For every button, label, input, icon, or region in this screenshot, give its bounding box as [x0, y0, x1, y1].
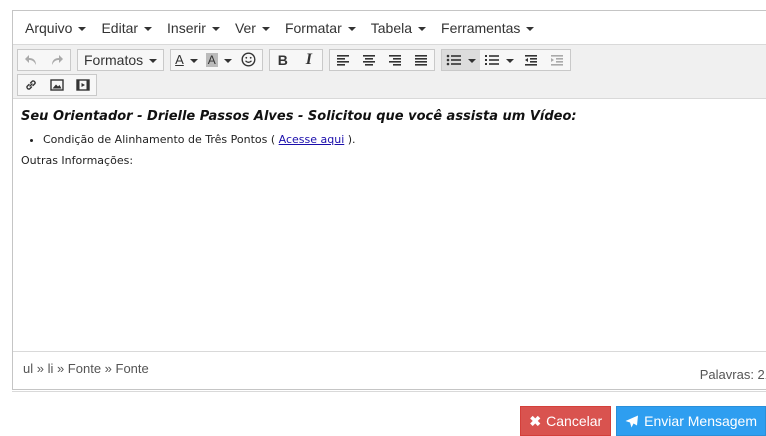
- menu-label: Editar: [101, 19, 139, 36]
- style-group: B I: [268, 48, 323, 71]
- italic-button[interactable]: I: [296, 50, 322, 70]
- divider: [12, 391, 766, 392]
- align-right-icon: [388, 54, 401, 66]
- caret-down-icon: [347, 26, 356, 31]
- menu-ver[interactable]: Ver: [235, 20, 270, 36]
- caret-down-icon: [211, 26, 220, 31]
- bold-button[interactable]: B: [270, 50, 296, 70]
- align-group: [328, 48, 435, 71]
- background-color-icon: A: [205, 52, 218, 67]
- numbered-list-button[interactable]: [480, 50, 518, 70]
- form-actions: ✖ Cancelar Enviar Mensagem: [520, 406, 766, 436]
- background-color-button[interactable]: A: [202, 50, 236, 70]
- element-path: ul » li » Fonte » Fonte: [23, 361, 149, 376]
- menu-formatar[interactable]: Formatar: [285, 20, 356, 36]
- video-link[interactable]: Acesse aqui: [279, 133, 345, 146]
- smiley-icon: [241, 52, 256, 67]
- indent-icon: [550, 54, 563, 66]
- caret-down-icon: [526, 26, 535, 31]
- list-item: Condição de Alinhamento de Três Pontos (…: [43, 132, 764, 148]
- menu-editar[interactable]: Editar: [101, 19, 153, 36]
- statusbar: ul » li » Fonte » Fonte Palavras: 21: [13, 351, 766, 389]
- align-left-button[interactable]: [330, 50, 356, 70]
- history-group: [17, 48, 71, 71]
- content-list: Condição de Alinhamento de Três Pontos (…: [21, 132, 764, 148]
- emoticons-button[interactable]: [236, 50, 262, 70]
- caret-down-icon: [418, 26, 427, 31]
- insert-image-button[interactable]: [44, 75, 70, 95]
- menu-label: Inserir: [167, 19, 206, 36]
- undo-button[interactable]: [18, 50, 44, 70]
- menu-tabela[interactable]: Tabela: [370, 19, 427, 36]
- content-heading: Seu Orientador - Drielle Passos Alves - …: [21, 109, 577, 124]
- text-color-button[interactable]: A: [171, 50, 202, 70]
- color-group: A A: [170, 48, 263, 71]
- list-group: [440, 48, 571, 71]
- insert-media-button[interactable]: [70, 75, 96, 95]
- caret-down-icon: [189, 58, 198, 63]
- insert-group: [17, 73, 97, 96]
- menu-inserir[interactable]: Inserir: [167, 20, 220, 36]
- caret-down-icon: [78, 26, 87, 31]
- outdent-icon: [524, 54, 537, 66]
- undo-icon: [25, 54, 36, 65]
- align-justify-button[interactable]: [408, 50, 434, 70]
- align-justify-icon: [414, 54, 427, 66]
- align-right-button[interactable]: [382, 50, 408, 70]
- align-left-icon: [336, 54, 349, 66]
- toolbar: Formatos A A B I: [13, 45, 766, 99]
- link-icon: [26, 79, 36, 90]
- menu-label: Arquivo: [25, 19, 73, 36]
- rich-text-editor: Arquivo Editar Inserir Ver Formatar Tabe…: [12, 10, 766, 390]
- caret-down-icon: [144, 26, 153, 31]
- list-item-text: Condição de Alinhamento de Três Pontos (: [43, 133, 279, 146]
- toolbar-row-1: Formatos A A B I: [17, 47, 766, 72]
- bold-icon: B: [277, 51, 288, 68]
- numbered-list-icon: [484, 54, 499, 65]
- bullet-list-icon: [446, 54, 461, 65]
- align-center-button[interactable]: [356, 50, 382, 70]
- italic-icon: I: [305, 50, 312, 68]
- word-count: Palavras: 21: [699, 367, 766, 382]
- toolbar-row-2: [17, 72, 766, 97]
- send-message-button[interactable]: Enviar Mensagem: [616, 406, 766, 436]
- formats-group: Formatos: [77, 48, 165, 71]
- cancel-button[interactable]: ✖ Cancelar: [520, 406, 612, 436]
- outdent-button[interactable]: [518, 50, 544, 70]
- cancel-label: Cancelar: [546, 413, 603, 429]
- menu-label: Ferramentas: [441, 19, 521, 36]
- insert-link-button[interactable]: [18, 75, 44, 95]
- formats-dropdown[interactable]: Formatos: [78, 50, 163, 70]
- menu-label: Ver: [234, 19, 256, 36]
- menu-label: Tabela: [370, 19, 413, 36]
- text-color-icon: A: [175, 52, 184, 67]
- bullet-list-button[interactable]: [441, 49, 480, 70]
- list-item-suffix: ).: [344, 133, 356, 146]
- formats-label: Formatos: [84, 51, 144, 68]
- menu-ferramentas[interactable]: Ferramentas: [441, 19, 535, 36]
- close-icon: ✖: [529, 412, 542, 429]
- caret-down-icon: [505, 58, 514, 63]
- menu-label: Formatar: [284, 19, 342, 36]
- menu-arquivo[interactable]: Arquivo: [25, 19, 87, 36]
- caret-down-icon: [467, 58, 476, 63]
- editor-content[interactable]: Seu Orientador - Drielle Passos Alves - …: [13, 99, 766, 337]
- redo-button[interactable]: [44, 50, 70, 70]
- other-info-text: Outras Informações:: [21, 154, 134, 167]
- redo-icon: [52, 54, 63, 65]
- send-label: Enviar Mensagem: [644, 413, 757, 429]
- menubar: Arquivo Editar Inserir Ver Formatar Tabe…: [13, 11, 766, 45]
- media-icon: [76, 78, 90, 91]
- caret-down-icon: [149, 58, 158, 63]
- caret-down-icon: [261, 26, 270, 31]
- indent-button[interactable]: [544, 50, 570, 70]
- image-icon: [50, 78, 64, 91]
- align-center-icon: [362, 54, 375, 66]
- send-icon: [625, 415, 639, 427]
- caret-down-icon: [223, 58, 232, 63]
